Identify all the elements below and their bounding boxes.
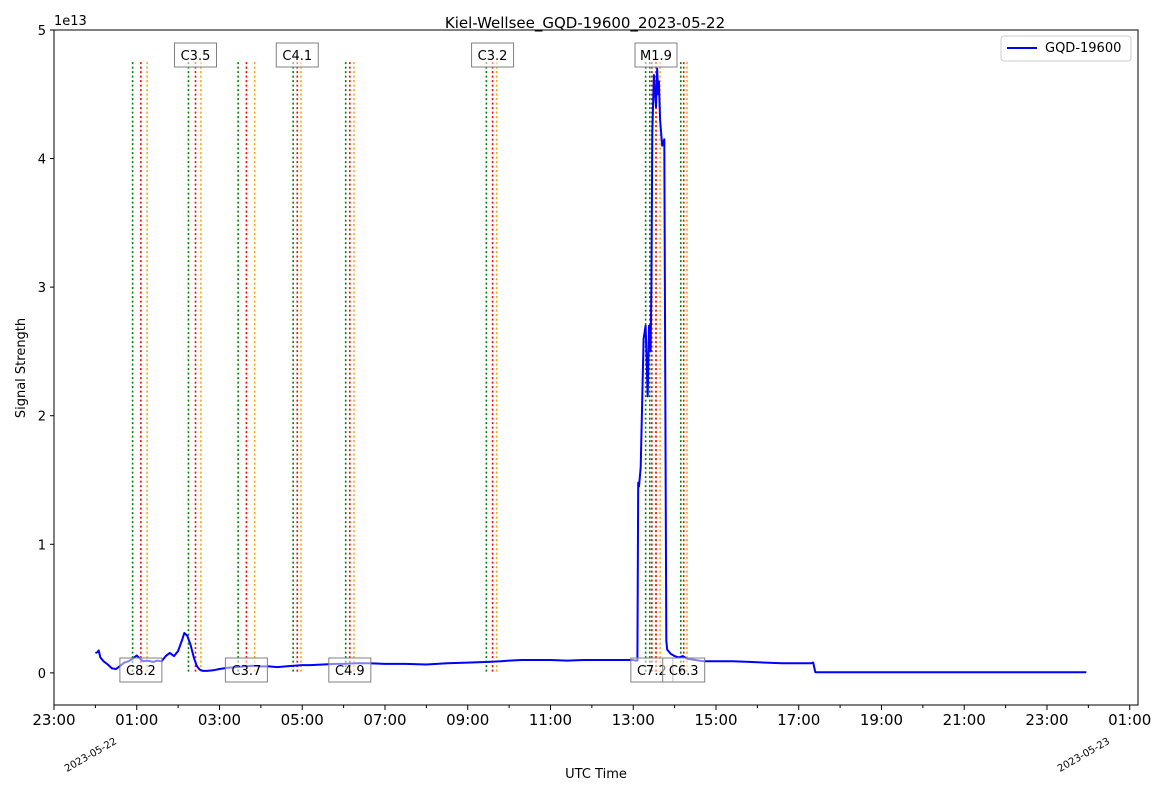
y-tick-label: 2 [38,410,46,425]
plot-frame [53,29,1139,706]
y-axis-title: Signal Strength [14,318,29,418]
flare-label-c6-3: C6.3 [662,657,706,683]
flare-label-text: M1.9 [640,49,672,64]
x-tick-label: 07:00 [363,711,406,729]
x-tick-label: 05:00 [281,711,324,729]
flare-label-text: C3.7 [232,664,262,679]
flare-label-c3-7: C3.7 [224,657,268,683]
x-tick-label: 15:00 [694,711,737,729]
flare-label-text: C3.5 [181,49,211,64]
flare-label-text: C8.2 [126,664,156,679]
x-tick-label: 09:00 [446,711,489,729]
x-date-label: 2023-05-22 [63,736,119,775]
x-tick-label: 23:00 [1025,711,1068,729]
x-tick-label: 23:00 [32,711,75,729]
flare-label-c4-9: C4.9 [328,657,372,683]
x-tick-label: 01:00 [1108,711,1151,729]
y-tick-label: 0 [38,667,46,682]
x-tick-label: 13:00 [612,711,655,729]
flare-label-text: C4.9 [335,664,365,679]
flare-label-text: C4.1 [282,49,312,64]
x-tick-label: 19:00 [860,711,903,729]
x-tick-label: 11:00 [529,711,572,729]
x-tick-label: 01:00 [115,711,158,729]
y-axis: 0 1 2 3 4 5 [38,24,54,682]
flare-label-m1-9: M1.9 [634,42,678,68]
flare-label-c8-2: C8.2 [119,657,163,683]
y-tick-label: 1 [38,538,46,553]
series-layer [95,67,1087,674]
legend-label-gqd-19600: GQD-19600 [1045,41,1121,56]
flare-label-c4-1: C4.1 [275,42,319,68]
x-tick-label: 03:00 [198,711,241,729]
y-tick-label: 3 [38,281,46,296]
signal-strength-chart: Kiel-Wellsee_GQD-19600_2023-05-22 1e13 C… [14,14,1151,782]
flare-label-text: C6.3 [669,664,699,679]
flare-label-c3-2: C3.2 [471,42,515,68]
x-axis-title: UTC Time [565,767,627,782]
y-tick-label: 4 [38,153,46,168]
flare-label-c3-5: C3.5 [173,42,217,68]
flare-event-labels: C8.2C3.5C3.7C4.1C4.9C3.2C7.2M1.9C6.3 [119,42,706,683]
flare-event-lines [131,62,688,673]
flare-label-text: C3.2 [478,49,508,64]
legend: GQD-19600 [1000,35,1132,62]
x-tick-label: 17:00 [777,711,820,729]
y-tick-label: 5 [38,24,46,39]
x-tick-label: 21:00 [943,711,986,729]
series-line-gqd-19600 [95,67,1087,674]
y-multiplier-label: 1e13 [54,14,87,29]
x-axis: 23:00 01:00 03:00 05:00 07:00 09:00 11:00 13:00… [32,705,1151,775]
x-date-label: 2023-05-23 [1056,736,1112,775]
